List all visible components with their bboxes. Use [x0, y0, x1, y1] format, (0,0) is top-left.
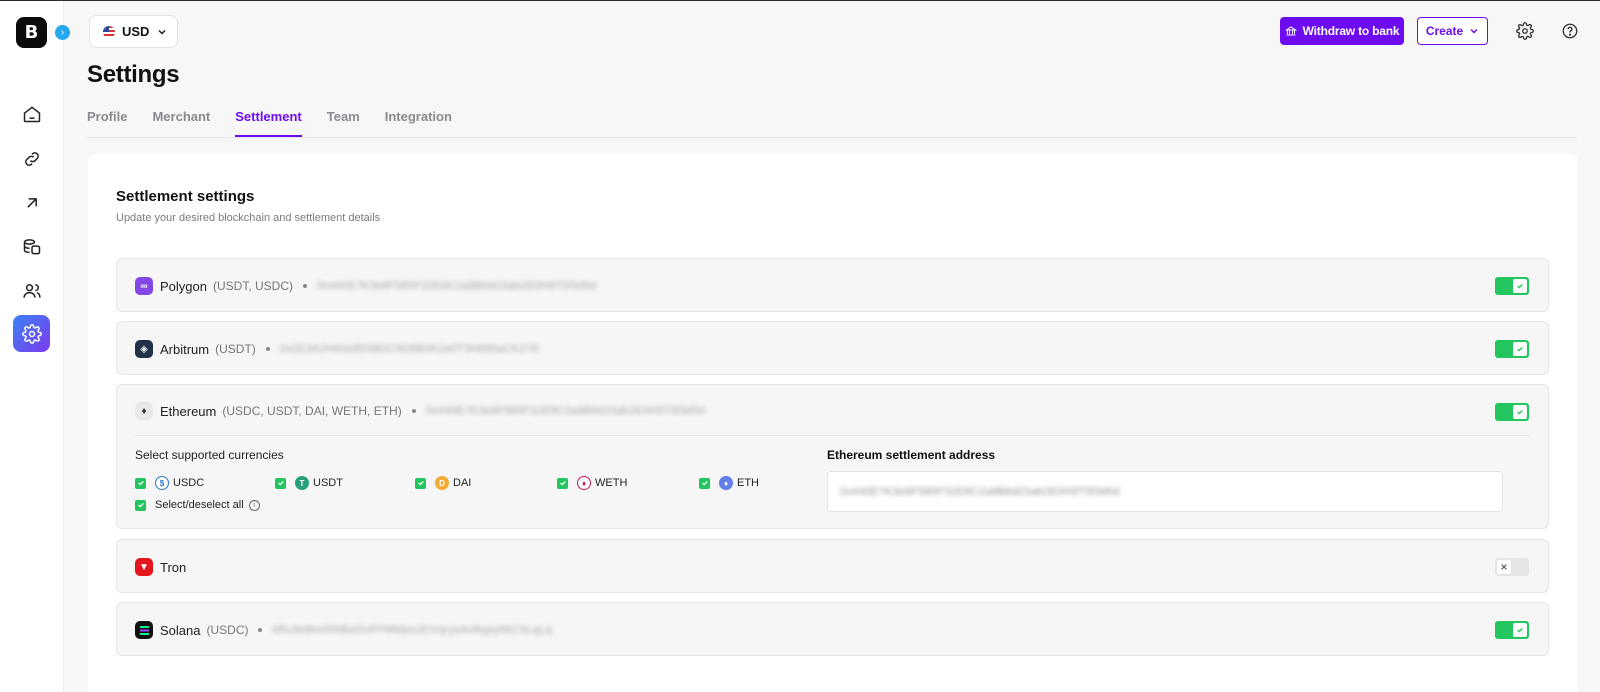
chain-address: 0x440E7K3e8F585F32E8C2a8B6d23ab2E0H9T5f3… — [316, 280, 597, 292]
chain-currencies: (USDC, USDT, DAI, WETH, ETH) — [222, 404, 402, 418]
separator-dot — [302, 284, 307, 288]
tab-integration[interactable]: Integration — [385, 109, 452, 137]
tab-settlement[interactable]: Settlement — [235, 109, 303, 137]
usdt-icon: T — [295, 476, 309, 490]
currency-checkbox-eth[interactable]: ♦ ETH — [699, 476, 759, 490]
tron-icon: ▼ — [135, 558, 153, 576]
separator-dot — [258, 628, 263, 632]
settlement-card: Settlement settings Update your desired … — [88, 154, 1578, 692]
currency-label: USDC — [173, 477, 205, 489]
bank-icon — [1284, 26, 1297, 36]
checkbox-checked-icon — [135, 499, 146, 511]
chain-row-polygon[interactable]: ∞ Polygon (USDT, USDC) 0x440E7K3e8F585F3… — [116, 258, 1549, 312]
app-logo[interactable]: B — [16, 17, 47, 48]
eth-icon: ♦ — [719, 476, 733, 490]
users-icon[interactable] — [13, 272, 50, 309]
withdraw-label: Withdraw to bank — [1302, 24, 1400, 38]
us-flag-icon — [103, 25, 115, 38]
chain-currencies: (USDC) — [206, 623, 249, 637]
currency-checkbox-usdc[interactable]: $ USDC — [135, 476, 204, 490]
expand-sidebar-icon[interactable]: › — [55, 25, 70, 40]
currency-checkbox-weth[interactable]: ♦ WETH — [557, 476, 627, 490]
chain-currencies: (USDT) — [215, 342, 256, 356]
settlement-subtitle: Update your desired blockchain and settl… — [116, 212, 381, 224]
currency-label: ETH — [737, 477, 759, 489]
link-icon[interactable] — [13, 140, 50, 177]
page-title: Settings — [87, 61, 180, 88]
checkbox-checked-icon — [135, 477, 146, 489]
chain-name: Ethereum — [160, 403, 217, 419]
checkbox-checked-icon — [557, 477, 568, 489]
arbitrum-icon: ◈ — [135, 340, 153, 358]
currency-label: WETH — [595, 477, 628, 489]
arbitrum-toggle[interactable] — [1495, 340, 1529, 358]
check-icon — [1513, 342, 1527, 356]
currency-selector[interactable]: USD — [89, 15, 178, 48]
currency-label: USD — [122, 24, 150, 39]
separator-dot — [265, 347, 270, 351]
select-all-checkbox[interactable]: Select/deselect all i — [135, 499, 260, 511]
gear-icon[interactable] — [1516, 22, 1534, 40]
select-currencies-label: Select supported currencies — [135, 448, 284, 462]
chain-address: 6Ru9eBm5RdkwSvFFMMjoUEIVqrysAvRypyMiCSLq… — [272, 624, 553, 636]
currency-label: USDT — [313, 477, 343, 489]
tab-merchant[interactable]: Merchant — [152, 109, 210, 137]
solana-icon — [135, 621, 153, 639]
tab-team[interactable]: Team — [327, 109, 360, 137]
check-icon — [1513, 279, 1527, 293]
chain-name: Solana — [160, 622, 201, 638]
ethereum-icon: ♦ — [135, 402, 153, 420]
currency-label: DAI — [453, 477, 472, 489]
arrow-up-right-icon[interactable] — [13, 184, 50, 221]
polygon-icon: ∞ — [135, 277, 153, 295]
ethereum-address-input[interactable]: 0x440E7K3e8F585F32E8C2a8B6d23ab2E0H9T5f3… — [827, 471, 1503, 512]
polygon-toggle[interactable] — [1495, 277, 1529, 295]
solana-toggle[interactable] — [1495, 621, 1529, 639]
settlement-title: Settlement settings — [116, 188, 255, 205]
chain-row-ethereum[interactable]: ♦ Ethereum (USDC, USDT, DAI, WETH, ETH) … — [116, 384, 1549, 529]
select-all-label: Select/deselect all — [155, 499, 244, 511]
sidebar: B › — [0, 1, 70, 692]
checkbox-checked-icon — [275, 477, 286, 489]
ethereum-toggle[interactable] — [1495, 403, 1529, 421]
withdraw-to-bank-button[interactable]: Withdraw to bank — [1280, 17, 1404, 45]
chevron-down-icon — [158, 29, 166, 35]
separator-dot — [411, 409, 416, 413]
create-button[interactable]: Create — [1417, 17, 1488, 45]
chain-currencies: (USDT, USDC) — [212, 279, 293, 293]
close-icon — [1497, 560, 1511, 574]
settings-nav-icon[interactable] — [13, 315, 50, 352]
chain-address: 0x2E3A2H60e8D9B3C9D8B0K2e0T3H686aCK27E — [279, 343, 540, 355]
usdc-icon: $ — [155, 476, 169, 490]
chain-row-solana[interactable]: Solana (USDC) 6Ru9eBm5RdkwSvFFMMjoUEIVqr… — [116, 602, 1549, 656]
checkbox-checked-icon — [699, 477, 710, 489]
tron-toggle[interactable] — [1495, 558, 1529, 576]
ethereum-divider — [135, 435, 1530, 436]
help-icon[interactable] — [1561, 22, 1579, 40]
tab-profile[interactable]: Profile — [87, 109, 127, 137]
create-label: Create — [1425, 24, 1464, 38]
chain-name: Polygon — [160, 278, 207, 294]
check-icon — [1513, 405, 1527, 419]
currency-checkbox-usdt[interactable]: T USDT — [275, 476, 343, 490]
chevron-down-icon — [1470, 28, 1478, 34]
coins-stack-icon[interactable] — [13, 228, 50, 265]
weth-icon: ♦ — [577, 476, 591, 490]
home-icon[interactable] — [13, 95, 50, 132]
currency-checkbox-dai[interactable]: D DAI — [415, 476, 471, 490]
chain-address: 0x440E7K3e8F585F32E8C2a8B6d23ab2E0H9T5f3… — [425, 405, 706, 417]
checkbox-checked-icon — [415, 477, 426, 489]
info-icon[interactable]: i — [248, 499, 260, 511]
chain-row-arbitrum[interactable]: ◈ Arbitrum (USDT) 0x2E3A2H60e8D9B3C9D8B0… — [116, 321, 1549, 375]
tabs-divider — [87, 137, 1577, 138]
chain-name: Arbitrum — [160, 341, 210, 357]
chain-name: Tron — [160, 559, 187, 575]
chain-row-tron[interactable]: ▼ Tron — [116, 539, 1549, 593]
ethereum-address-value: 0x440E7K3e8F585F32E8C2a8B6d23ab2E0H9T5f3… — [840, 485, 1120, 498]
settings-tabs: Profile Merchant Settlement Team Integra… — [87, 109, 477, 137]
ethereum-address-label: Ethereum settlement address — [827, 448, 996, 462]
check-icon — [1513, 623, 1527, 637]
dai-icon: D — [435, 476, 449, 490]
